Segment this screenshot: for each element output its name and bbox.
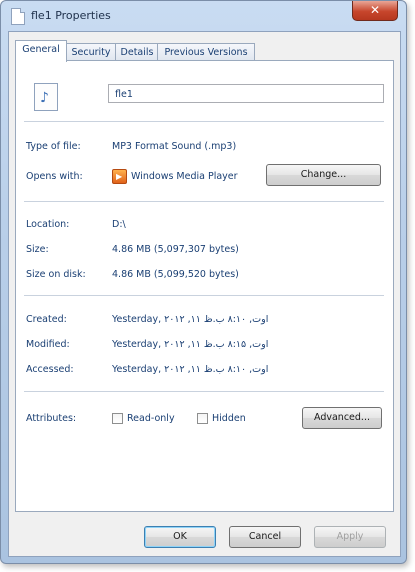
tab-general[interactable]: General: [15, 40, 67, 62]
ok-button[interactable]: OK: [144, 526, 216, 548]
size-label: Size:: [26, 244, 49, 255]
divider: [24, 121, 384, 122]
accessed-label: Accessed:: [26, 364, 74, 375]
modified-label: Modified:: [26, 339, 70, 350]
general-panel: ♪ fle1 Type of file: MP3 Format Sound (.…: [15, 60, 394, 512]
divider: [24, 201, 384, 202]
size-on-disk-label: Size on disk:: [26, 269, 86, 280]
opens-with-label: Opens with:: [26, 171, 83, 182]
opens-with-value: Windows Media Player: [131, 171, 238, 182]
window-title: fle1 Properties: [31, 9, 111, 22]
file-name-input[interactable]: fle1: [108, 84, 384, 103]
location-value: D:\: [112, 219, 126, 230]
modified-value: Yesterday, ۲۰۱۲ ,۱۱ اوت, ۸:۱۵ ب.ظ: [112, 339, 269, 350]
apply-button[interactable]: Apply: [314, 526, 386, 548]
type-of-file-label: Type of file:: [26, 141, 81, 152]
tab-previous-versions[interactable]: Previous Versions: [157, 43, 255, 61]
type-of-file-value: MP3 Format Sound (.mp3): [112, 141, 237, 152]
audio-file-icon: ♪: [34, 83, 58, 111]
dialog-client-area: General Security Details Previous Versio…: [8, 31, 401, 557]
location-label: Location:: [26, 219, 70, 230]
size-on-disk-value: 4.86 MB (5,099,520 bytes): [112, 269, 239, 280]
hidden-checkbox[interactable]: [197, 413, 208, 424]
change-button[interactable]: Change...: [266, 164, 381, 186]
tab-details[interactable]: Details: [115, 43, 159, 61]
size-value: 4.86 MB (5,097,307 bytes): [112, 244, 239, 255]
divider: [24, 295, 384, 296]
accessed-value: Yesterday, ۲۰۱۲ ,۱۱ اوت, ۸:۱۰ ب.ظ: [112, 364, 269, 375]
tab-security[interactable]: Security: [65, 43, 117, 61]
hidden-label[interactable]: Hidden: [212, 413, 246, 424]
windows-media-player-icon: [112, 169, 127, 184]
properties-window: fle1 Properties ✕ General Security Detai…: [0, 0, 407, 564]
attributes-label: Attributes:: [26, 413, 77, 424]
document-icon: [11, 8, 25, 25]
close-button[interactable]: ✕: [352, 1, 398, 21]
divider: [24, 391, 384, 392]
title-bar[interactable]: fle1 Properties ✕: [1, 1, 406, 31]
cancel-button[interactable]: Cancel: [229, 526, 301, 548]
read-only-checkbox[interactable]: [112, 413, 123, 424]
created-value: Yesterday, ۲۰۱۲ ,۱۱ اوت, ۸:۱۰ ب.ظ: [112, 314, 269, 325]
advanced-button[interactable]: Advanced...: [302, 407, 382, 429]
created-label: Created:: [26, 314, 67, 325]
read-only-label[interactable]: Read-only: [127, 413, 175, 424]
